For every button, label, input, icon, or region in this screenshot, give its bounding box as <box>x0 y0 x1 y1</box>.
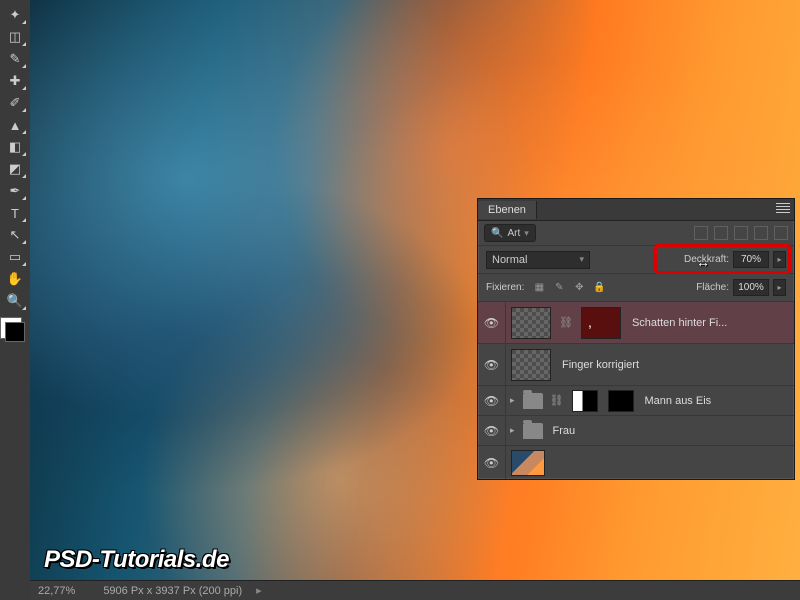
tool-shape[interactable]: ▭ <box>3 247 27 267</box>
visibility-toggle[interactable]: 👁 <box>478 416 506 445</box>
layer-row[interactable]: 👁 <box>478 445 794 479</box>
expand-toggle[interactable]: ▸ <box>510 395 515 406</box>
lock-fill-row: Fixieren: ▦ ✎ ✥ 🔒 Fläche: 100% ▸ <box>478 273 794 301</box>
mask-link-icon[interactable]: ⛓ <box>559 316 573 329</box>
layer-filter-kind[interactable]: 🔍 Art ▾ <box>484 224 536 242</box>
layer-name[interactable]: Finger korrigiert <box>562 359 788 371</box>
tool-path[interactable]: ↖ <box>3 225 27 245</box>
layer-thumb[interactable] <box>511 307 551 339</box>
layer-row[interactable]: 👁 ⛓ Schatten hinter Fi... <box>478 301 794 343</box>
zoom-level[interactable]: 22,77% <box>38 585 75 597</box>
layer-thumb[interactable] <box>511 349 551 381</box>
group-mask-thumb[interactable] <box>572 390 598 412</box>
group-mask-thumb-2[interactable] <box>608 390 634 412</box>
tools-toolbar: ✦ ◫ ✎ ✚ ✐ ▲ ◧ ◩ ✒ T ↖ ▭ ✋ 🔍 <box>0 0 30 600</box>
panel-tab-bar: Ebenen <box>478 199 794 221</box>
chevron-right-icon[interactable]: ▸ <box>256 584 262 597</box>
layer-mask-thumb[interactable] <box>581 307 621 339</box>
visibility-toggle[interactable]: 👁 <box>478 302 506 343</box>
folder-icon <box>523 393 543 409</box>
folder-icon <box>523 423 543 439</box>
lock-pixels-icon[interactable]: ✎ <box>552 281 566 295</box>
filter-type-icon[interactable] <box>734 226 748 240</box>
blend-mode-select[interactable]: Normal <box>486 251 590 269</box>
filter-adjust-icon[interactable] <box>714 226 728 240</box>
layers-panel: Ebenen 🔍 Art ▾ Normal Deckkraft: 70% ▸ ↔… <box>477 198 795 480</box>
lock-all-icon[interactable]: 🔒 <box>592 281 606 295</box>
tool-gradient[interactable]: ◩ <box>3 159 27 179</box>
layers-list: 👁 ⛓ Schatten hinter Fi... 👁 Finger korri… <box>478 301 794 479</box>
tool-zoom[interactable]: 🔍 <box>3 291 27 311</box>
search-icon: 🔍 <box>491 228 503 239</box>
watermark-text: PSD-Tutorials.de <box>44 546 229 574</box>
tool-eraser[interactable]: ◧ <box>3 137 27 157</box>
chevron-down-icon: ▾ <box>524 228 529 239</box>
opacity-control: Deckkraft: 70% ▸ <box>684 251 786 268</box>
opacity-label: Deckkraft: <box>684 254 729 265</box>
blend-opacity-row: Normal Deckkraft: 70% ▸ ↔ <box>478 245 794 273</box>
visibility-toggle[interactable]: 👁 <box>478 386 506 415</box>
opacity-dropdown[interactable]: ▸ <box>773 251 786 268</box>
lock-position-icon[interactable]: ✥ <box>572 281 586 295</box>
filter-smart-icon[interactable] <box>774 226 788 240</box>
status-bar: 22,77% 5906 Px x 3937 Px (200 ppi) ▸ <box>30 580 800 600</box>
filter-shape-icon[interactable] <box>754 226 768 240</box>
lock-transparent-icon[interactable]: ▦ <box>532 281 546 295</box>
layer-group-row[interactable]: 👁 ▸ ⛓ Mann aus Eis <box>478 385 794 415</box>
tool-brush[interactable]: ✐ <box>3 93 27 113</box>
visibility-toggle[interactable]: 👁 <box>478 344 506 385</box>
fill-label: Fläche: <box>696 282 729 293</box>
mask-link-icon[interactable]: ⛓ <box>550 394 564 407</box>
tool-healing[interactable]: ✚ <box>3 71 27 91</box>
fill-dropdown[interactable]: ▸ <box>773 279 786 296</box>
document-dimensions: 5906 Px x 3937 Px (200 ppi) <box>103 585 242 597</box>
fill-control: Fläche: 100% ▸ <box>696 279 786 296</box>
layers-tab[interactable]: Ebenen <box>478 201 537 219</box>
tool-magic-wand[interactable]: ✦ <box>3 5 27 25</box>
opacity-input[interactable]: 70% <box>733 251 769 268</box>
layer-filter-icons <box>694 226 788 240</box>
tool-crop[interactable]: ◫ <box>3 27 27 47</box>
layer-group-row[interactable]: 👁 ▸ Frau <box>478 415 794 445</box>
tool-hand[interactable]: ✋ <box>3 269 27 289</box>
visibility-toggle[interactable]: 👁 <box>478 446 506 479</box>
filter-pixel-icon[interactable] <box>694 226 708 240</box>
expand-toggle[interactable]: ▸ <box>510 425 515 436</box>
layer-filter-bar: 🔍 Art ▾ <box>478 221 794 245</box>
layer-filter-label: Art <box>507 228 520 239</box>
layer-thumb[interactable] <box>511 450 545 476</box>
layer-name[interactable]: Frau <box>553 425 788 437</box>
blend-mode-value: Normal <box>492 254 527 266</box>
tool-stamp[interactable]: ▲ <box>3 115 27 135</box>
fill-input[interactable]: 100% <box>733 279 769 296</box>
layer-name[interactable]: Schatten hinter Fi... <box>632 317 788 329</box>
tool-eyedropper[interactable]: ✎ <box>3 49 27 69</box>
panel-menu-icon[interactable] <box>776 203 790 215</box>
tool-type[interactable]: T <box>3 203 27 223</box>
lock-icons: ▦ ✎ ✥ 🔒 <box>532 281 606 295</box>
tool-pen[interactable]: ✒ <box>3 181 27 201</box>
layer-row[interactable]: 👁 Finger korrigiert <box>478 343 794 385</box>
color-swatch[interactable] <box>5 322 25 342</box>
lock-label: Fixieren: <box>486 282 524 293</box>
layer-name[interactable]: Mann aus Eis <box>645 395 789 407</box>
